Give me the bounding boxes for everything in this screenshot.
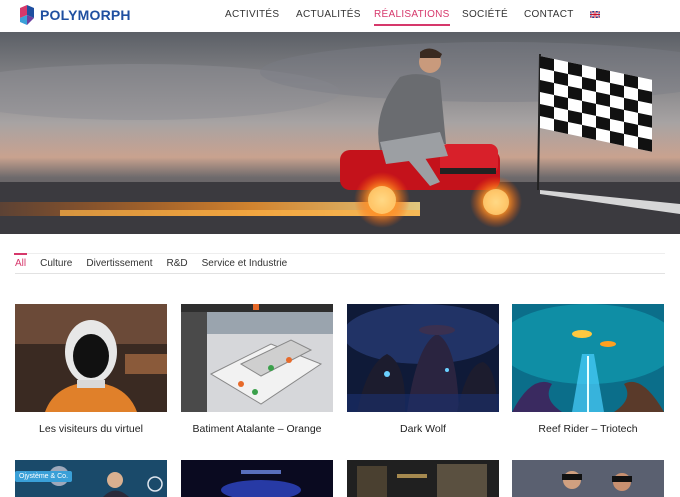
project-title[interactable]: Batiment Atalante – Orange (181, 423, 333, 435)
project-thumbnail[interactable] (347, 460, 499, 497)
project-thumbnail[interactable] (181, 304, 333, 412)
nav-activites[interactable]: ACTIVITÉS (225, 0, 279, 32)
filter-rd[interactable]: R&D (167, 256, 188, 274)
nav-contact[interactable]: CONTACT (524, 0, 574, 32)
project-card-reef-rider[interactable]: Reef Rider – Triotech (512, 304, 664, 435)
category-filters: All Culture Divertissement R&D Service e… (13, 253, 665, 274)
project-thumbnail[interactable] (181, 460, 333, 497)
project-tag: Ojystème & Co. (15, 471, 73, 482)
filter-divertissement[interactable]: Divertissement (86, 256, 152, 274)
project-card-dark-wolf[interactable]: Dark Wolf (347, 304, 499, 435)
filter-service-industrie[interactable]: Service et Industrie (202, 256, 288, 274)
project-card-row2-2[interactable] (181, 460, 333, 497)
brand-name: POLYMORPH (40, 7, 131, 23)
nav-actualites[interactable]: ACTUALITÉS (296, 0, 361, 32)
polymorph-logo-icon (20, 5, 34, 25)
project-title[interactable]: Reef Rider – Triotech (512, 423, 664, 435)
project-title[interactable]: Les visiteurs du virtuel (15, 423, 167, 435)
site-header: POLYMORPH ACTIVITÉS ACTUALITÉS RÉALISATI… (0, 0, 680, 32)
project-card-visiteurs[interactable]: Les visiteurs du virtuel (15, 304, 167, 435)
project-thumbnail[interactable] (347, 304, 499, 412)
nav-societe[interactable]: SOCIÉTÉ (462, 0, 508, 32)
project-title[interactable]: Dark Wolf (347, 423, 499, 435)
filter-all[interactable]: All (13, 253, 28, 274)
hero-banner (0, 32, 680, 234)
hero-image (0, 32, 680, 234)
project-card-row2-1[interactable]: Ojystème & Co. (15, 460, 167, 497)
uk-flag-icon[interactable] (590, 11, 600, 18)
project-thumbnail[interactable] (15, 304, 167, 412)
nav-realisations[interactable]: RÉALISATIONS (374, 0, 450, 32)
project-card-row2-3[interactable] (347, 460, 499, 497)
project-thumbnail[interactable] (512, 304, 664, 412)
project-thumbnail[interactable] (512, 460, 664, 497)
filter-culture[interactable]: Culture (40, 256, 72, 274)
logo[interactable]: POLYMORPH (18, 4, 131, 26)
project-card-row2-4[interactable] (512, 460, 664, 497)
project-card-atalante[interactable]: Batiment Atalante – Orange (181, 304, 333, 435)
